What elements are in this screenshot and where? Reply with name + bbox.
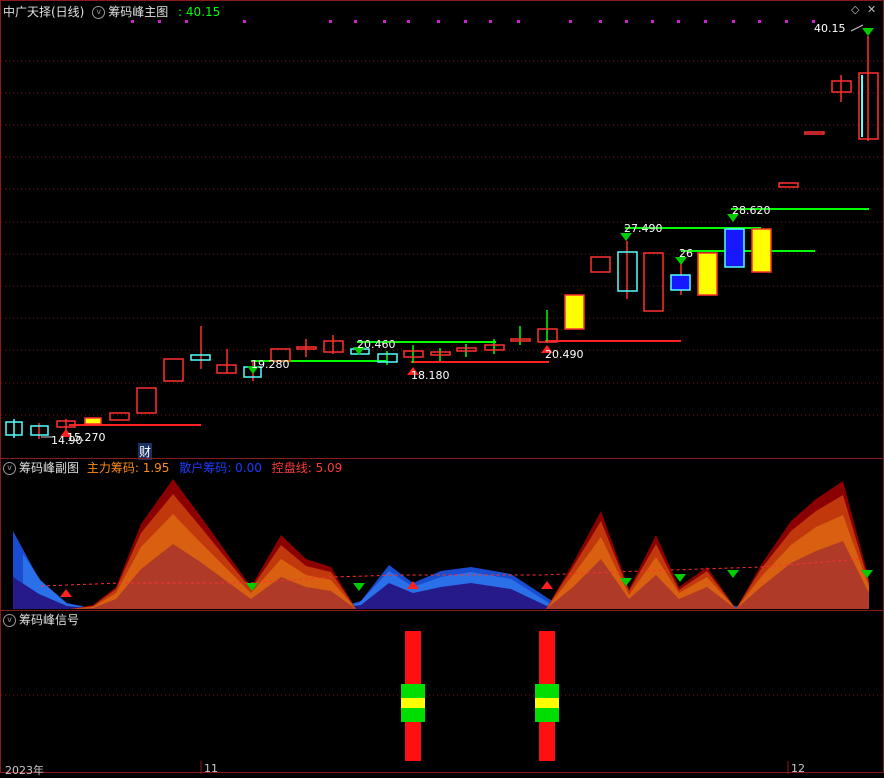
price-label-19-280: 19.280: [251, 358, 290, 371]
signal-bar-2: [535, 631, 559, 761]
signal-bar-1: [401, 631, 425, 761]
signal-svg: [1, 631, 884, 774]
price-label-20-460: 20.460: [357, 338, 396, 351]
axis-label-nov: 11: [204, 762, 218, 775]
support-lines: [69, 208, 869, 426]
top-markers: [131, 20, 815, 23]
price-label-27-490: 27.490: [624, 222, 663, 235]
price-label-20-490: 20.490: [545, 348, 584, 361]
sub-chart-svg: [13, 479, 873, 609]
price-label-28-620: 28.620: [732, 204, 771, 217]
signal-panel[interactable]: v 筹码峰信号 2023年 11 12: [0, 610, 884, 777]
main-chart-svg: [1, 20, 884, 439]
axis-label-year: 2023年: [5, 764, 44, 777]
price-label-18-180: 18.180: [411, 369, 450, 382]
sub-chart-panel[interactable]: v 筹码峰副图 主力筹码: 1.95 散户筹码: 0.00 控盘线: 5.09: [0, 458, 884, 611]
price-label-26: 26: [679, 247, 693, 260]
price-label-14-90: 14.90: [51, 434, 83, 447]
main-chart-panel[interactable]: 中广天择(日线) v 筹码峰主图 : 40.15 ◇ ✕ 40.15 28.62…: [0, 0, 884, 460]
axis-label-dec: 12: [791, 762, 805, 775]
price-label-40-15: 40.15: [814, 22, 846, 35]
